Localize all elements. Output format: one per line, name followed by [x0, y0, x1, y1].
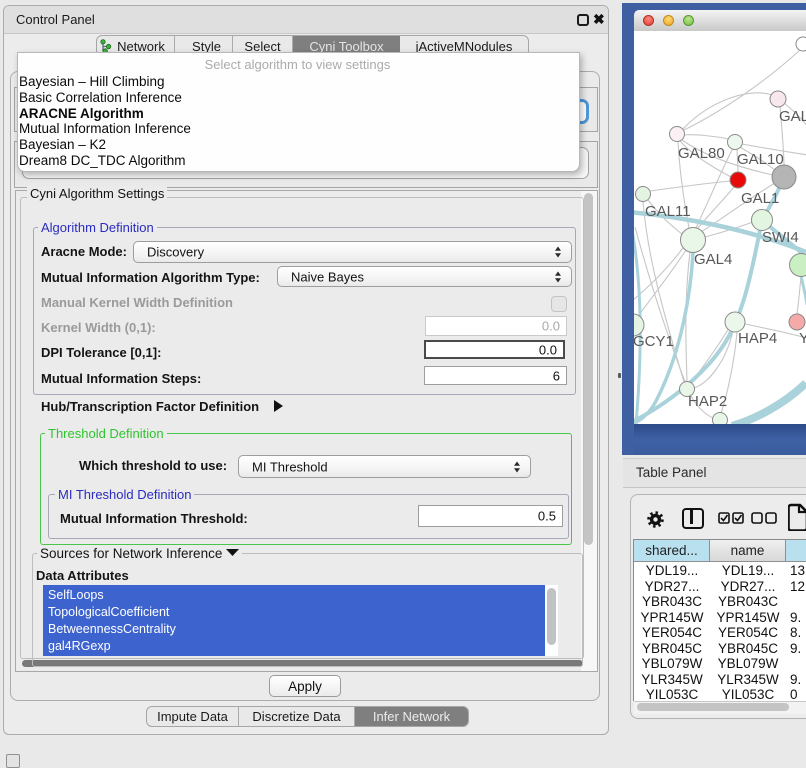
svg-text:GAL1: GAL1	[741, 190, 779, 207]
svg-text:HAP4: HAP4	[738, 330, 777, 347]
svg-text:GAL10: GAL10	[737, 151, 784, 168]
svg-text:GAL4: GAL4	[694, 251, 732, 268]
svg-text:GAL11: GAL11	[645, 203, 691, 220]
svg-text:GCY1: GCY1	[634, 333, 674, 350]
svg-text:Y: Y	[799, 330, 806, 347]
svg-text:GAL7: GAL7	[779, 108, 806, 125]
svg-text:GAL80: GAL80	[678, 145, 725, 162]
svg-text:HAP2: HAP2	[688, 393, 727, 410]
svg-text:SWI4: SWI4	[762, 229, 799, 246]
